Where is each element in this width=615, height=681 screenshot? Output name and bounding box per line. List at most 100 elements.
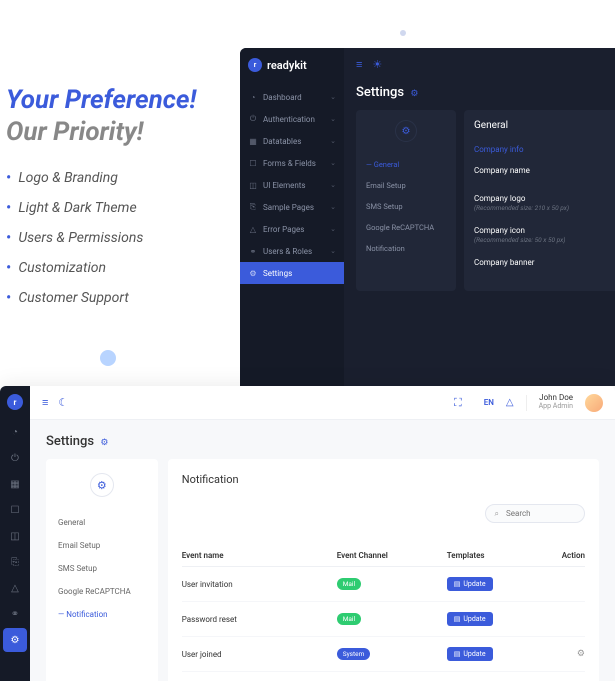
cell-event-name: User invitation [182,580,337,589]
subnav-item[interactable]: SMS Setup [356,196,456,217]
sidebar-item-users-roles[interactable]: ⚭ Users & Roles ⌄ [240,240,344,262]
template-icon: ▤ [454,615,461,623]
menu-toggle-icon[interactable]: ≡ [356,58,362,71]
fullscreen-icon[interactable]: ⛶ [454,396,462,410]
avatar[interactable] [585,394,603,412]
notification-settings-panel: Notification ⌕ Event name Event Channel … [168,459,599,681]
brand-badge-icon: r [248,58,262,72]
sidebar-item-forms-fields[interactable]: ☐Forms & Fields⌄ [240,152,344,174]
subnav-item[interactable]: — General [356,154,456,175]
subnav-item[interactable]: Google ReCAPTCHA [356,217,456,238]
dark-main: ≡ ☀ Settings ⚙ ⚙ — GeneralEmail SetupSMS… [344,48,615,386]
sidebar-item-auth[interactable]: ⏻ [3,446,27,470]
light-sidebar: r ◔ ⏻ ▦ ☐ ◫ ⎘ △ ⚭ ⚙ [0,386,30,681]
cell-event-channel: Mail [337,578,447,590]
cell-event-channel: System [337,648,447,660]
table-row: Password reset Mail ▤ Update [182,602,585,637]
notifications-icon[interactable]: △ [506,397,514,408]
topbar-right: ⛶ EN △ John Doe App Admin [454,394,603,412]
subnav-item[interactable]: SMS Setup [46,557,158,580]
error-pages-icon: △ [248,224,258,234]
light-main: ≡ ☾ ⛶ EN △ John Doe App Admin Settings ⚙… [30,386,615,681]
decorative-dot [400,30,406,36]
cell-templates: ▤ Update [447,612,562,626]
nav-label: Authentication [263,115,315,124]
nav-label: Settings [263,269,292,278]
sidebar-item-ui[interactable]: ◫ [3,524,27,548]
sidebar-item-datatables[interactable]: ▦ [3,472,27,496]
dark-nav: ◔Dashboard⌄⏻Authentication⌄▦Datatables⌄☐… [240,82,344,288]
nav-label: Datatables [263,137,301,146]
sidebar-item-error-pages[interactable]: △Error Pages⌄ [240,218,344,240]
panel-heading: General [474,120,615,131]
sidebar-item-pages[interactable]: ⎘ [3,550,27,574]
subnav-item[interactable]: Notification [356,238,456,259]
col-event-name: Event name [182,551,337,560]
cell-templates: ▤ Update [447,577,562,591]
search-wrap: ⌕ [182,504,585,535]
update-button[interactable]: ▤ Update [447,647,493,661]
brand-logo[interactable]: r readykit [240,48,344,82]
update-button[interactable]: ▤ Update [447,577,493,591]
hero-line1: Your Preference! [6,85,196,115]
channel-badge: Mail [337,613,361,625]
language-selector[interactable]: EN [484,398,494,407]
sidebar-item-users[interactable]: ⚭ [3,602,27,626]
sidebar-item-ui-elements[interactable]: ◫UI Elements⌄ [240,174,344,196]
template-icon: ▤ [454,580,461,588]
users-roles-icon: ⚭ [248,246,258,256]
sidebar-item-errors[interactable]: △ [3,576,27,600]
search-input[interactable] [485,504,585,523]
field-label: Company banner [474,258,615,267]
feature-item: Customization [6,260,143,276]
sidebar-item-authentication[interactable]: ⏻Authentication⌄ [240,108,344,130]
field-hint: (Recommended size: 50 x 50 px) [474,236,615,244]
sidebar-item-settings[interactable]: ⚙ [3,628,27,652]
datatables-icon: ▦ [248,136,258,146]
menu-toggle-icon[interactable]: ≡ [42,396,48,409]
theme-toggle-icon[interactable]: ☾ [58,396,68,409]
sample-pages-icon: ⎘ [248,202,258,212]
chevron-down-icon: ⌄ [330,225,336,233]
chevron-down-icon: ⌄ [330,93,336,101]
subnav-item[interactable]: — Notification [46,603,158,626]
chevron-down-icon: ⌄ [330,247,336,255]
sidebar-item-settings[interactable]: ⚙Settings [240,262,344,284]
subnav-item[interactable]: Email Setup [356,175,456,196]
sidebar-item-forms[interactable]: ☐ [3,498,27,522]
feature-item: Users & Permissions [6,230,143,246]
dark-topbar: ≡ ☀ [344,48,615,81]
sidebar-item-dashboard[interactable]: ◔Dashboard⌄ [240,86,344,108]
forms-fields-icon: ☐ [248,158,258,168]
light-panels: ⚙ GeneralEmail SetupSMS SetupGoogle ReCA… [30,459,615,681]
user-menu[interactable]: John Doe App Admin [539,394,573,410]
field-hint: (Recommended size: 210 x 50 px) [474,204,615,212]
light-theme-app: r ◔ ⏻ ▦ ☐ ◫ ⎘ △ ⚭ ⚙ ≡ ☾ ⛶ EN △ John Doe … [0,386,615,681]
sidebar-item-datatables[interactable]: ▦Datatables⌄ [240,130,344,152]
col-templates: Templates [447,551,562,560]
theme-toggle-icon[interactable]: ☀ [372,58,382,71]
subnav-item[interactable]: Email Setup [46,534,158,557]
update-button[interactable]: ▤ Update [447,612,493,626]
subnav-item[interactable]: General [46,511,158,534]
sidebar-item-dashboard[interactable]: ◔ [3,420,27,444]
cell-templates: ▤ Update [447,647,562,661]
template-icon: ▤ [454,650,461,658]
hero-text: Your Preference! Our Priority! [6,85,196,147]
nav-label: UI Elements [263,181,306,190]
light-topbar: ≡ ☾ ⛶ EN △ John Doe App Admin [30,386,615,420]
company-info-link[interactable]: Company info [474,145,615,154]
channel-badge: Mail [337,578,361,590]
sidebar-item-sample-pages[interactable]: ⎘Sample Pages⌄ [240,196,344,218]
user-role: App Admin [539,403,573,411]
gear-icon: ⚙ [90,473,114,497]
brand-badge-icon[interactable]: r [7,394,23,410]
title-gear-icon[interactable]: ⚙ [100,438,108,448]
gear-icon: ⚙ [395,120,417,142]
chevron-down-icon: ⌄ [330,159,336,167]
subnav-item[interactable]: Google ReCAPTCHA [46,580,158,603]
nav-label: Users & Roles [263,247,312,256]
row-action-gear-icon[interactable]: ⚙ [577,649,585,659]
nav-label: Sample Pages [263,203,314,212]
title-gear-icon[interactable]: ⚙ [410,89,418,99]
